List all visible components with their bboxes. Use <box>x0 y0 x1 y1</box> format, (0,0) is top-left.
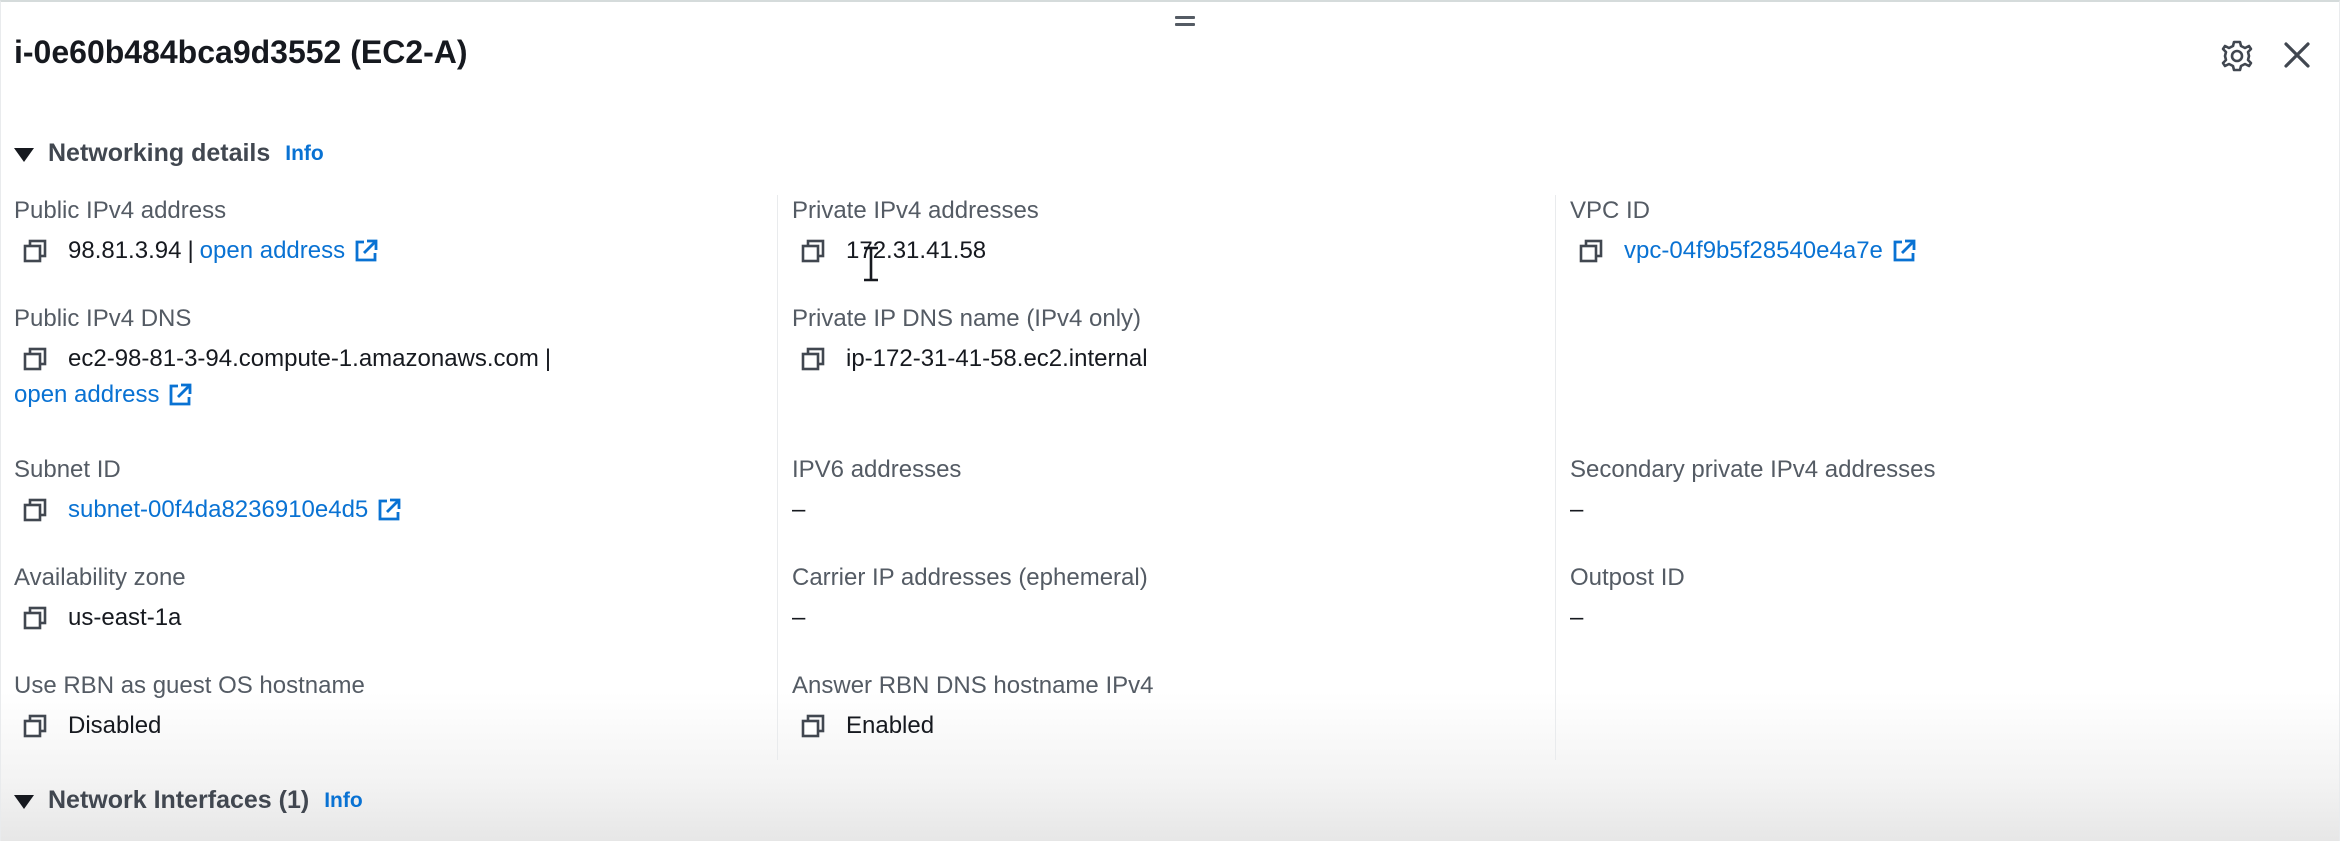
copy-icon[interactable] <box>22 346 48 372</box>
close-icon[interactable] <box>2279 37 2315 73</box>
private-dns-field: Private IP DNS name (IPv4 only) ip-172-3… <box>792 303 1148 375</box>
external-link-icon[interactable] <box>167 382 193 408</box>
field-label: Secondary private IPv4 addresses <box>1570 456 1936 483</box>
field-value: Disabled <box>68 712 162 739</box>
public-dns-field: Public IPv4 DNS ec2-98-81-3-94.compute-1… <box>14 303 557 411</box>
field-label: Outpost ID <box>1570 564 1685 591</box>
field-label: Use RBN as guest OS hostname <box>14 672 365 699</box>
caret-down-icon <box>14 794 34 809</box>
gear-icon[interactable] <box>2219 38 2255 74</box>
field-value: – <box>792 496 806 523</box>
info-link[interactable]: Info <box>285 142 323 166</box>
instance-details-panel: i-0e60b484bca9d3552 (EC2-A) Networking d… <box>0 0 2340 841</box>
answer-rbn-field: Answer RBN DNS hostname IPv4 Enabled <box>792 670 1153 742</box>
external-link-icon[interactable] <box>353 238 379 264</box>
availability-zone-field: Availability zone us-east-1a <box>14 562 186 634</box>
open-address-link[interactable]: open address <box>200 235 345 267</box>
open-address-link[interactable]: open address <box>14 379 159 411</box>
field-label: Answer RBN DNS hostname IPv4 <box>792 672 1154 699</box>
secondary-private-ipv4-field: Secondary private IPv4 addresses – <box>1570 454 1936 526</box>
field-label: Private IPv4 addresses <box>792 197 1039 224</box>
copy-icon[interactable] <box>800 713 826 739</box>
rbn-hostname-field: Use RBN as guest OS hostname Disabled <box>14 670 365 742</box>
vpc-id-field: VPC ID vpc-04f9b5f28540e4a7e <box>1570 195 1917 267</box>
copy-icon[interactable] <box>800 346 826 372</box>
field-value: us-east-1a <box>68 604 182 631</box>
field-label: Public IPv4 DNS <box>14 305 192 332</box>
field-value: – <box>1570 604 1584 631</box>
page-title: i-0e60b484bca9d3552 (EC2-A) <box>14 34 468 70</box>
column-divider <box>777 195 778 760</box>
field-value: 98.81.3.94 <box>68 237 182 264</box>
copy-icon[interactable] <box>1578 238 1604 264</box>
separator: | <box>544 345 552 372</box>
field-label: Availability zone <box>14 564 186 591</box>
field-label: IPV6 addresses <box>792 456 962 483</box>
field-label: VPC ID <box>1570 197 1651 224</box>
text-cursor-icon <box>864 246 878 282</box>
ipv6-field: IPV6 addresses – <box>792 454 961 526</box>
field-label: Subnet ID <box>14 456 121 483</box>
copy-icon[interactable] <box>22 238 48 264</box>
column-divider <box>1555 195 1556 760</box>
field-label: Private IP DNS name (IPv4 only) <box>792 305 1142 332</box>
section-title: Networking details <box>48 139 271 167</box>
external-link-icon[interactable] <box>376 497 402 523</box>
field-value: Enabled <box>846 712 935 739</box>
field-label: Carrier IP addresses (ephemeral) <box>792 564 1148 591</box>
copy-icon[interactable] <box>22 605 48 631</box>
private-ipv4-field: Private IPv4 addresses 172.31.41.58 <box>792 195 1039 267</box>
drag-handle-icon[interactable] <box>1175 16 1195 28</box>
info-link[interactable]: Info <box>324 789 362 813</box>
outpost-id-field: Outpost ID – <box>1570 562 1685 634</box>
field-label: Public IPv4 address <box>14 197 227 224</box>
subnet-id-link[interactable]: subnet-00f4da8236910e4d5 <box>68 494 368 526</box>
network-interfaces-header[interactable]: Network Interfaces (1) Info <box>14 786 363 815</box>
caret-down-icon <box>14 147 34 162</box>
vpc-id-link[interactable]: vpc-04f9b5f28540e4a7e <box>1624 235 1883 267</box>
field-value: – <box>1570 496 1584 523</box>
field-value: ec2-98-81-3-94.compute-1.amazonaws.com <box>68 345 539 372</box>
external-link-icon[interactable] <box>1891 238 1917 264</box>
field-value: – <box>792 604 806 631</box>
copy-icon[interactable] <box>22 497 48 523</box>
public-ipv4-field: Public IPv4 address 98.81.3.94 | open ad… <box>14 195 379 267</box>
carrier-ip-field: Carrier IP addresses (ephemeral) – <box>792 562 1148 634</box>
section-title: Network Interfaces (1) <box>48 786 310 814</box>
separator: | <box>187 237 194 264</box>
field-value: ip-172-31-41-58.ec2.internal <box>846 345 1148 372</box>
copy-icon[interactable] <box>800 238 826 264</box>
subnet-id-field: Subnet ID subnet-00f4da8236910e4d5 <box>14 454 402 526</box>
copy-icon[interactable] <box>22 713 48 739</box>
networking-details-header[interactable]: Networking details Info <box>14 139 324 168</box>
